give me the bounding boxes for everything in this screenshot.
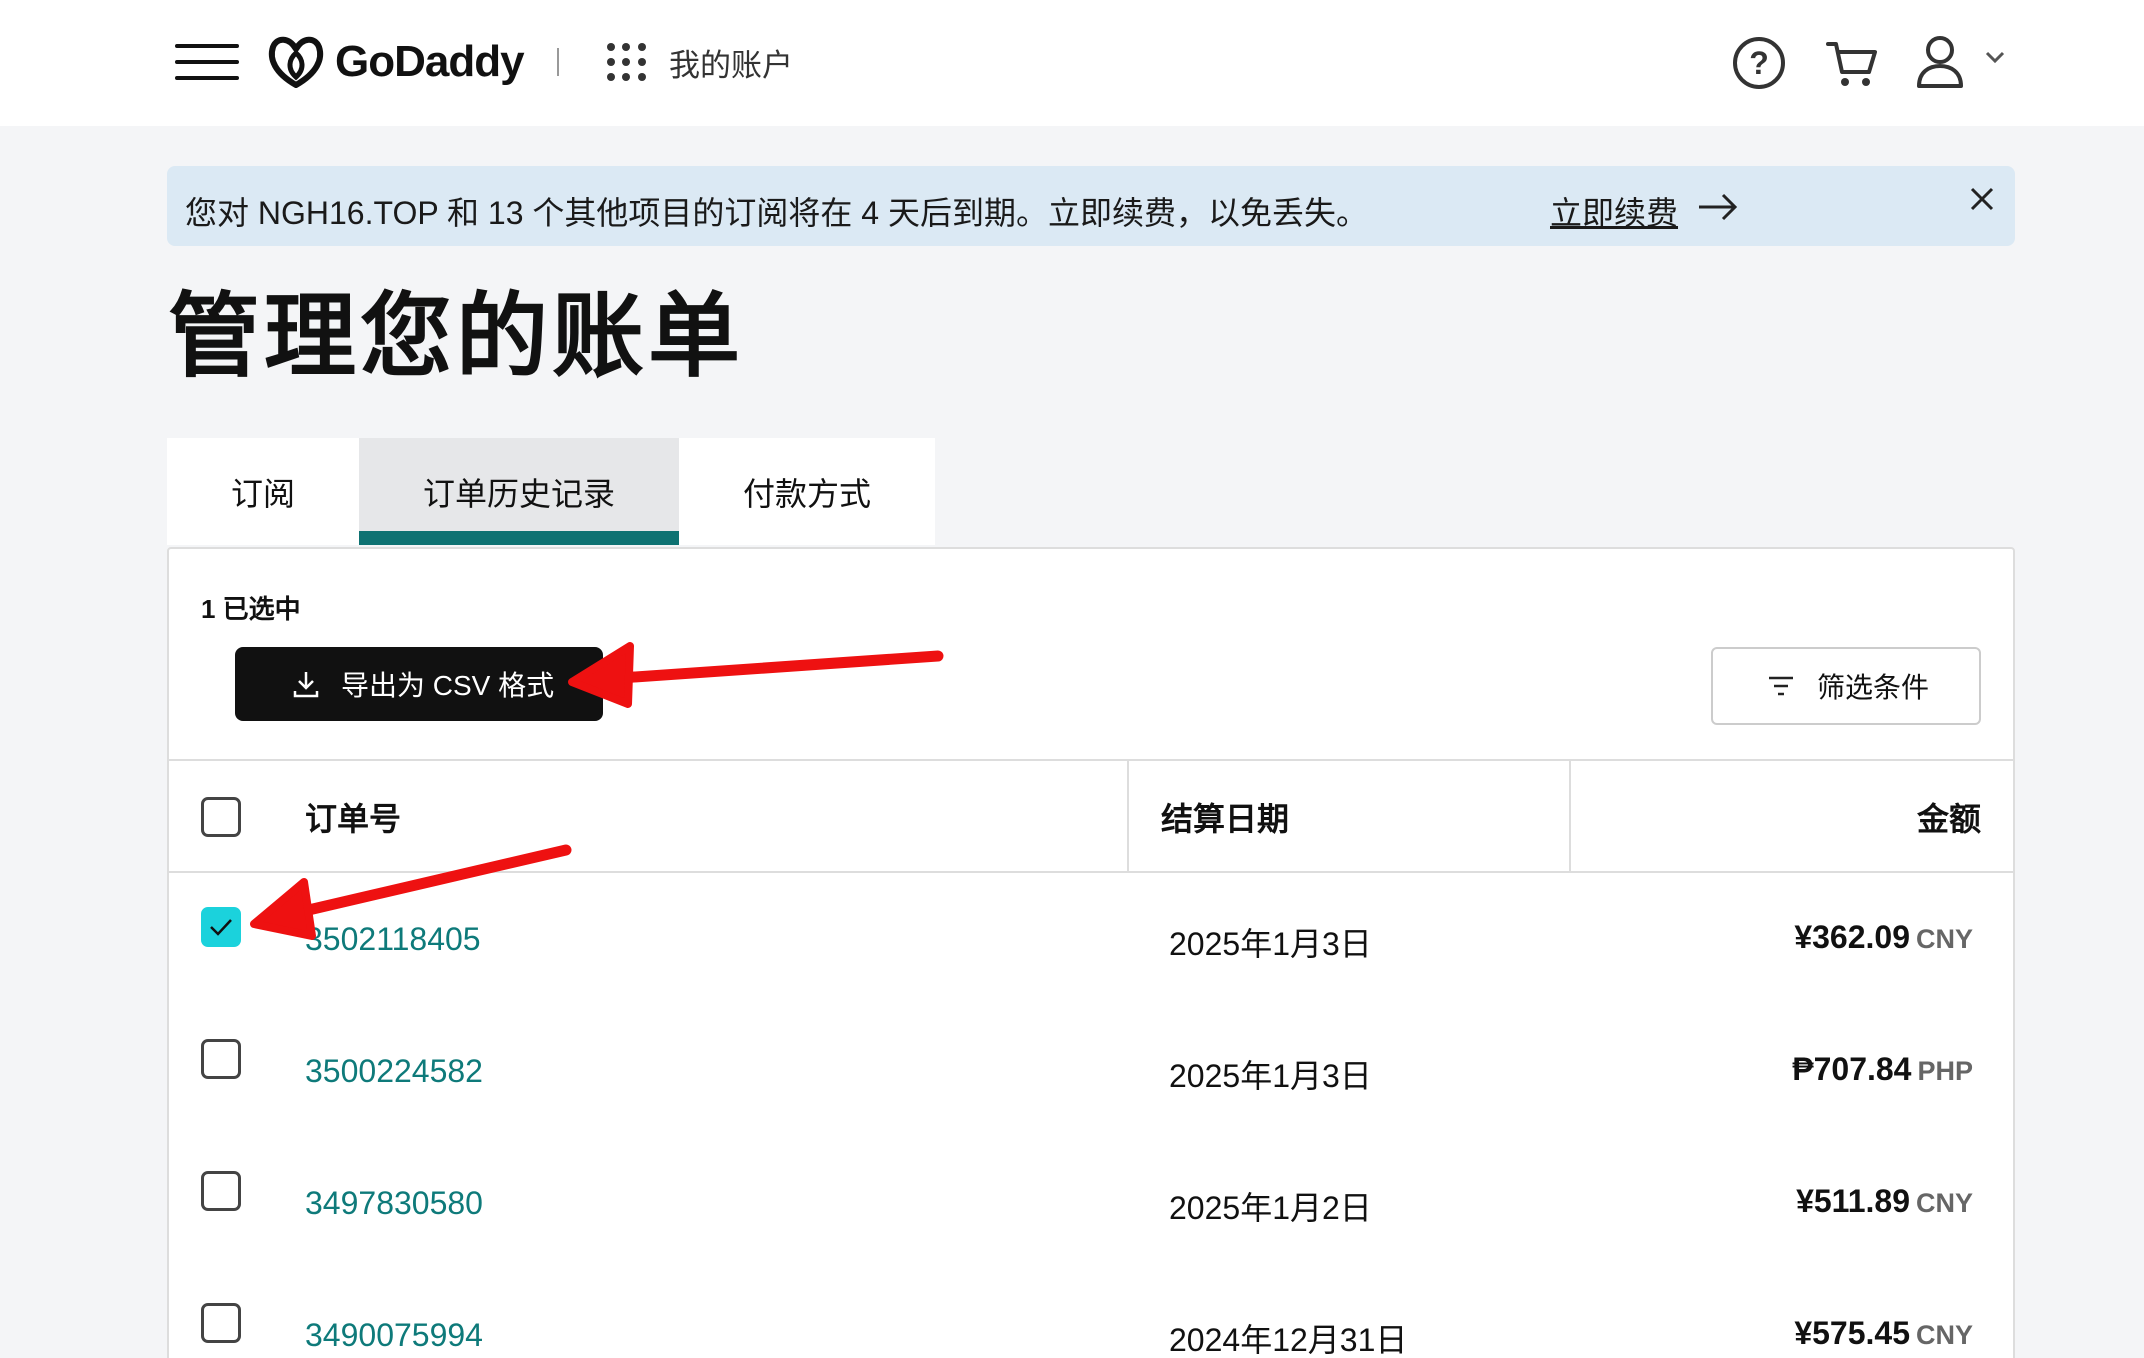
table-row[interactable]: 3502118405 2025年1月3日 ¥362.09 CNY: [169, 873, 2013, 1005]
tab-order-history[interactable]: 订单历史记录: [359, 438, 679, 545]
download-icon: [293, 672, 319, 698]
export-csv-label: 导出为 CSV 格式: [341, 670, 555, 701]
billing-date: 2025年1月3日: [1169, 926, 1372, 962]
table-header: 订单号 结算日期 金额: [169, 759, 2013, 873]
header-divider: [557, 48, 559, 76]
my-account-label: 我的账户: [669, 48, 793, 83]
billing-tabs: 订阅 订单历史记录 付款方式: [167, 438, 935, 545]
column-header-date: 结算日期: [1127, 761, 1571, 873]
order-history-panel: 1 已选中 导出为 CSV 格式 筛选条件 订单号 结算日期 金额 350211…: [167, 547, 2015, 1358]
currency-code: CNY: [1915, 924, 1973, 954]
chevron-down-icon: [1985, 51, 2005, 64]
select-all-checkbox[interactable]: [201, 797, 241, 837]
amount-value: ₱707.84: [1792, 1051, 1912, 1087]
table-row[interactable]: 3497830580 2025年1月2日 ¥511.89 CNY: [169, 1137, 2013, 1269]
tab-subscriptions[interactable]: 订阅: [167, 438, 359, 545]
godaddy-logo[interactable]: GoDaddy: [265, 30, 525, 94]
godaddy-logo-icon: [268, 36, 324, 88]
currency-code: CNY: [1915, 1188, 1973, 1218]
apps-grid-icon: [607, 42, 647, 83]
orders-table: 订单号 结算日期 金额 3502118405 2025年1月3日 ¥362.09…: [169, 759, 2013, 1358]
logo-text: GoDaddy: [335, 37, 525, 86]
amount-value: ¥575.45: [1794, 1315, 1910, 1351]
user-icon: [1917, 36, 1963, 88]
table-row[interactable]: 3500224582 2025年1月3日 ₱707.84 PHP: [169, 1005, 2013, 1137]
my-account-menu[interactable]: 我的账户: [607, 40, 793, 85]
tab-payment-methods[interactable]: 付款方式: [679, 438, 935, 545]
row-checkbox[interactable]: [201, 907, 241, 947]
page-title: 管理您的账单: [168, 286, 745, 388]
order-number-link[interactable]: 3502118405: [305, 921, 481, 958]
row-checkbox[interactable]: [201, 1039, 241, 1079]
checkmark-icon: [210, 919, 232, 936]
close-icon[interactable]: [1965, 182, 1999, 216]
filter-icon: [1769, 676, 1793, 696]
renewal-banner: 您对 NGH16.TOP 和 13 个其他项目的订阅将在 4 天后到期。立即续费…: [167, 166, 2015, 246]
billing-date: 2025年1月3日: [1169, 1058, 1372, 1094]
arrow-right-icon[interactable]: [1697, 192, 1739, 222]
row-checkbox[interactable]: [201, 1303, 241, 1343]
export-csv-button[interactable]: 导出为 CSV 格式: [235, 647, 603, 721]
renew-now-link[interactable]: 立即续费: [1550, 188, 1678, 234]
account-menu[interactable]: [1915, 34, 2015, 90]
table-row[interactable]: 3490075994 2024年12月31日 ¥575.45 CNY: [169, 1269, 2013, 1358]
order-number-link[interactable]: 3500224582: [305, 1053, 483, 1090]
amount-value: ¥362.09: [1794, 919, 1910, 955]
filter-label: 筛选条件: [1817, 672, 1930, 703]
menu-icon[interactable]: [175, 40, 239, 84]
order-number-link[interactable]: 3497830580: [305, 1185, 483, 1222]
amount: ¥511.89 CNY: [1796, 1183, 1973, 1220]
column-header-order: 订单号: [305, 801, 402, 837]
amount: ¥362.09 CNY: [1794, 919, 1973, 956]
amount: ₱707.84 PHP: [1792, 1051, 1973, 1088]
currency-code: CNY: [1915, 1320, 1973, 1350]
billing-date: 2025年1月2日: [1169, 1190, 1372, 1226]
banner-message: 您对 NGH16.TOP 和 13 个其他项目的订阅将在 4 天后到期。立即续费…: [185, 195, 1368, 231]
cart-icon[interactable]: [1825, 36, 1879, 90]
billing-date: 2024年12月31日: [1169, 1322, 1408, 1358]
amount-value: ¥511.89: [1796, 1183, 1910, 1219]
amount: ¥575.45 CNY: [1794, 1315, 1973, 1352]
selected-count: 1 已选中: [201, 594, 301, 624]
filter-button[interactable]: 筛选条件: [1711, 647, 1981, 725]
help-icon[interactable]: ?: [1733, 37, 1785, 89]
order-number-link[interactable]: 3490075994: [305, 1317, 483, 1354]
row-checkbox[interactable]: [201, 1171, 241, 1211]
column-header-amount: 金额: [1569, 761, 2013, 873]
currency-code: PHP: [1917, 1056, 1973, 1086]
top-header: GoDaddy 我的账户 ?: [0, 0, 2144, 126]
